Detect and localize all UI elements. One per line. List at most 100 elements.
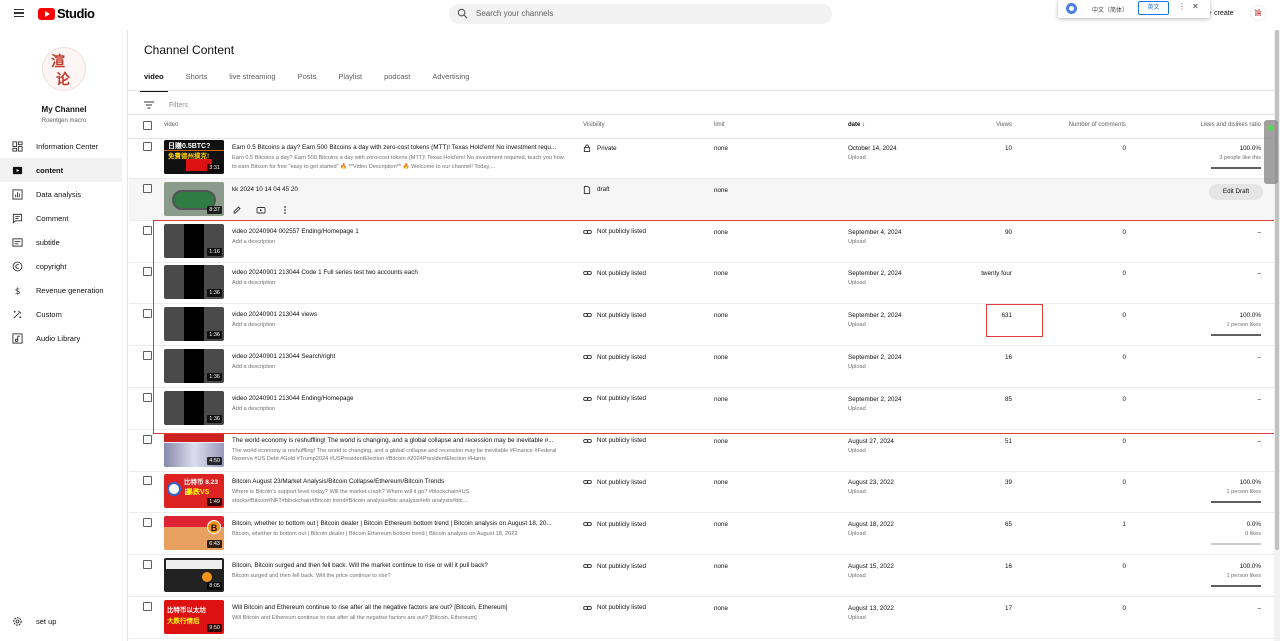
visibility-cell[interactable]: Not publicly listed [583, 478, 646, 486]
visibility-cell[interactable]: Not publicly listed [583, 437, 646, 445]
video-thumbnail[interactable]: 日賺0.5BTC? 免費德州撲克! 3:31 [164, 140, 224, 174]
video-title[interactable]: Will Bitcoin and Ethereum continue to ri… [232, 604, 564, 611]
tab-live-streaming[interactable]: live streaming [229, 72, 275, 92]
filter-input[interactable]: Filters [169, 102, 188, 109]
studio-logo[interactable]: Studio [38, 6, 95, 21]
table-row[interactable]: 比特币以太坊 大跌行情后 9:50 Will Bitcoin and Ethereum… [129, 597, 1274, 639]
youtube-icon[interactable] [256, 202, 266, 214]
search-bar[interactable]: Search your channels [449, 4, 832, 24]
account-avatar[interactable]: 論 [1250, 5, 1266, 21]
filter-icon[interactable] [144, 101, 154, 109]
header-ratio[interactable]: Likes and dislikes ratio [1201, 122, 1261, 128]
video-thumbnail[interactable]: 比特币 8.23日 暴跌VS 1:49 [164, 474, 224, 509]
row-checkbox[interactable] [143, 560, 152, 569]
search-icon [457, 8, 468, 19]
header-date[interactable]: date ↓ [848, 122, 865, 128]
sidebar-item-data-analysis[interactable]: Data analysis [0, 182, 128, 206]
comments-cell: 0 [1122, 145, 1126, 152]
visibility-cell[interactable]: Not publicly listed [583, 562, 646, 570]
scrollbar-thumb[interactable] [1275, 30, 1279, 550]
table-row[interactable]: 4:50 The world economy is reshuffling! Th… [129, 430, 1274, 472]
duration-badge: 9:50 [207, 623, 222, 632]
sidebar-item-label: Revenue generation [36, 285, 104, 295]
table-row[interactable]: 8:05 Bitcoin, Bitcoin surged and then fel… [129, 555, 1274, 597]
limit-cell: none [714, 479, 729, 487]
row-checkbox[interactable] [143, 392, 152, 402]
sidebar-item-label: Comment [36, 213, 69, 223]
visibility-label: draft [597, 186, 610, 194]
video-thumbnail[interactable]: 8:37 [164, 181, 224, 216]
visibility-cell[interactable]: draft [583, 185, 610, 194]
tab-playlist[interactable]: Playlist [338, 72, 362, 92]
edit-pencil-icon[interactable] [232, 202, 242, 214]
tab-posts[interactable]: Posts [298, 72, 317, 92]
sidebar-item-audio-library[interactable]: Audio Library [0, 326, 128, 350]
row-checkbox[interactable] [143, 351, 152, 360]
video-title[interactable]: Bitcoin August 23/Market Analysis/Bitcoi… [232, 478, 564, 485]
visibility-cell[interactable]: Not publicly listed [583, 604, 646, 612]
views-cell: 39 [1004, 479, 1012, 487]
video-thumbnail[interactable]: 8:05 [164, 558, 224, 592]
date-cell: August 18, 2022 [848, 521, 894, 529]
filter-bar[interactable]: Filters [144, 97, 188, 113]
tab-podcast[interactable]: podcast [384, 72, 410, 92]
target-language-tab[interactable]: 英文 [1138, 1, 1169, 15]
header-comments[interactable]: Number of comments [1069, 122, 1126, 128]
create-button[interactable]: + create [1208, 10, 1234, 17]
video-thumbnail[interactable]: 比特币以太坊 大跌行情后 9:50 [164, 599, 224, 634]
table-row[interactable]: B 6:43 Bitcoin, whether to bottom out | Bi… [129, 513, 1274, 556]
menu-icon[interactable] [14, 9, 24, 17]
sidebar-item-comment[interactable]: Comment [0, 206, 128, 230]
row-checkbox[interactable] [143, 601, 152, 611]
table-row-draft[interactable]: 8:37 kk 2024 10 14 04 45 20 draft none Edit… [129, 178, 1274, 221]
date-status: Upload [848, 489, 866, 496]
tab-shorts[interactable]: Shorts [186, 72, 208, 92]
row-checkbox[interactable] [143, 267, 152, 277]
table-row[interactable]: 日賺0.5BTC? 免費德州撲克! 3:31 Earn 0.5 Bitcoins a … [129, 137, 1274, 179]
sidebar-item-information-center[interactable]: Information Center [0, 134, 128, 158]
search-input[interactable]: Search your channels [476, 9, 553, 18]
row-checkbox[interactable] [143, 476, 152, 486]
video-title[interactable]: kk 2024 10 14 04 45 20 [232, 186, 564, 193]
sidebar-item-subtitle[interactable]: subtitle [0, 230, 128, 254]
visibility-label: Not publicly listed [597, 604, 646, 612]
row-checkbox[interactable] [143, 518, 152, 528]
video-thumbnail[interactable]: B 6:43 [164, 516, 224, 551]
video-title[interactable]: The world economy is reshuffling! The wo… [232, 437, 564, 444]
close-icon[interactable]: ✕ [1192, 2, 1199, 11]
more-vert-icon[interactable]: ⋮ [1178, 2, 1186, 11]
tab-video[interactable]: video [140, 72, 168, 92]
header-views[interactable]: Views [996, 122, 1012, 128]
video-thumbnail[interactable]: 4:50 [164, 432, 224, 467]
select-all-checkbox[interactable] [143, 121, 152, 130]
row-checkbox[interactable] [143, 225, 152, 235]
comments-cell: 0 [1122, 437, 1126, 445]
edit-draft-button[interactable]: Edit Draft [1209, 183, 1263, 200]
row-checkbox[interactable] [143, 183, 152, 193]
sidebar-item-custom[interactable]: Custom [0, 302, 128, 326]
sidebar-item-copyright[interactable]: copyright [0, 254, 128, 278]
sidebar-item-settings[interactable]: set up [12, 616, 56, 627]
row-checkbox[interactable] [143, 434, 152, 444]
source-language-tab[interactable]: 中文（简体） [1092, 5, 1128, 14]
sidebar-item-content[interactable]: content [0, 158, 122, 182]
tab-advertising[interactable]: Advertising [432, 72, 469, 92]
video-title[interactable]: Bitcoin, Bitcoin surged and then fell ba… [232, 562, 564, 569]
video-title[interactable]: Bitcoin, whether to bottom out | Bitcoin… [232, 520, 564, 527]
more-options-icon[interactable] [280, 202, 290, 214]
duration-badge: 8:05 [207, 582, 222, 590]
settings-label: set up [36, 617, 57, 626]
row-checkbox[interactable] [143, 142, 152, 151]
header-video: video [164, 122, 179, 128]
sidebar-nav: Information Center content Data analysis Co… [0, 134, 128, 350]
table-row[interactable]: 比特币 8.23日 暴跌VS 1:49 Bitcoin August 23/Marke… [129, 471, 1274, 514]
floating-side-widget[interactable] [1264, 120, 1278, 184]
sidebar-item-revenue-generation[interactable]: $ Revenue generation [0, 278, 128, 302]
channel-avatar[interactable]: 渲 论 [42, 47, 86, 91]
video-title[interactable]: Earn 0.5 Bitcoins a day? Earn 500 Bitcoi… [232, 144, 564, 151]
visibility-cell[interactable]: Private [583, 144, 617, 152]
visibility-cell[interactable]: Not publicly listed [583, 520, 646, 528]
video-description: Bitcoin, whether to bottom out | Bitcoin… [232, 531, 518, 538]
row-checkbox[interactable] [143, 309, 152, 319]
views-cell: 17 [1004, 604, 1012, 612]
